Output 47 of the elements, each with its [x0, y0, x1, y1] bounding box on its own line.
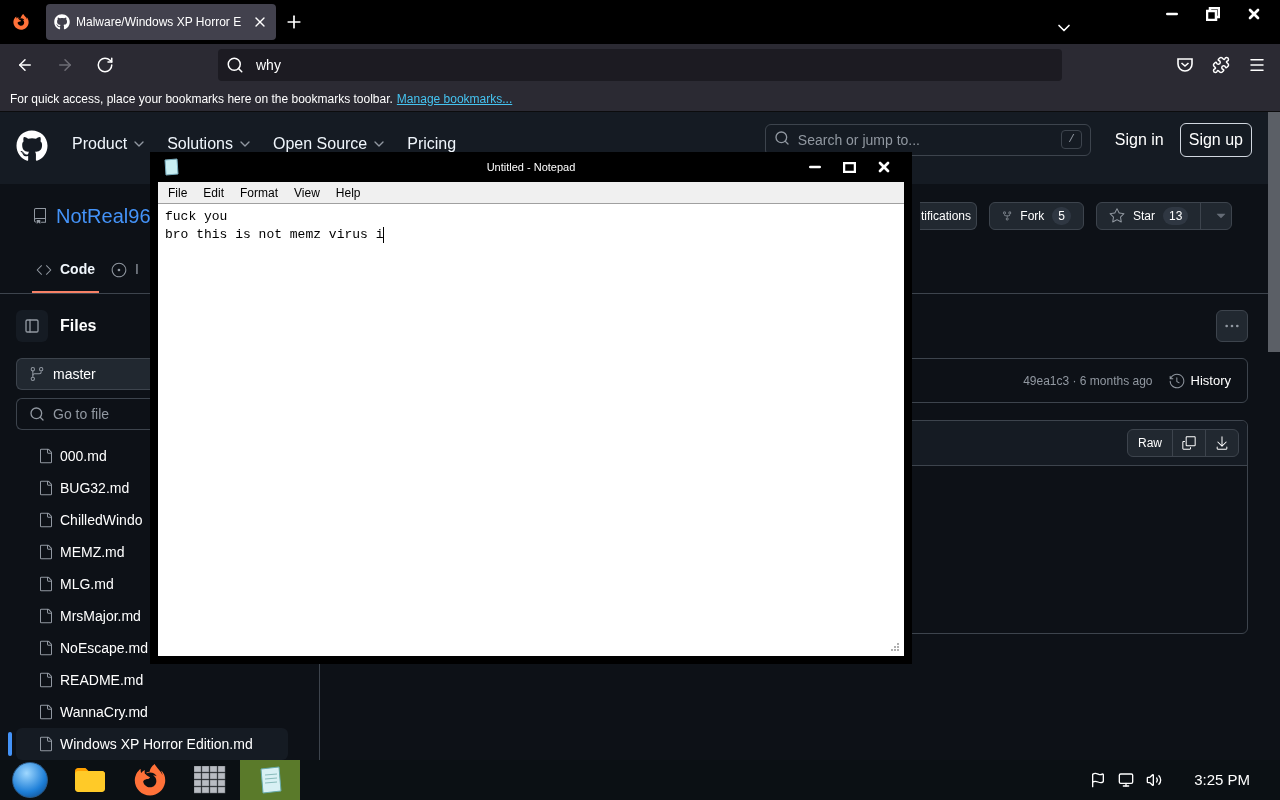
tree-item[interactable]: README.md — [16, 664, 144, 696]
files-title: Files — [60, 316, 97, 336]
tab-title: Malware/Windows XP Horror E — [76, 14, 242, 31]
shortcut-key: / — [1061, 130, 1082, 149]
fork-count: 5 — [1052, 207, 1071, 225]
menu-item[interactable]: File — [162, 183, 194, 202]
bookmarks-message: For quick access, place your bookmarks here on the bookmarks toolbar. — [10, 90, 393, 108]
tree-item[interactable]: NoEscape.md — [16, 632, 148, 664]
search-placeholder: Search or jump to... — [797, 131, 920, 150]
browser-tab[interactable]: Malware/Windows XP Horror E — [46, 4, 276, 40]
star-button-group[interactable]: Star 13 — [1096, 202, 1232, 230]
notifications-button[interactable]: tifications — [919, 202, 977, 230]
history-link[interactable]: History — [1168, 370, 1231, 391]
sign-up-button[interactable]: Sign up — [1179, 123, 1252, 157]
text-line: bro this is not memz virus i — [165, 226, 384, 244]
tree-item[interactable]: 000.md — [16, 440, 107, 472]
tree-item[interactable]: WannaCry.md — [16, 696, 148, 728]
go-to-file-placeholder: Go to file — [53, 404, 110, 424]
menu-item[interactable]: Format — [234, 183, 285, 202]
tree-item[interactable]: ChilledWindo — [16, 504, 143, 536]
window-title: Untitled - Notepad — [486, 159, 576, 175]
branch-button[interactable]: master — [16, 358, 150, 390]
clock[interactable]: 3:25 PM — [1194, 768, 1250, 792]
star-button[interactable]: Star 13 — [1097, 203, 1201, 229]
tree-item[interactable]: MLG.md — [16, 568, 114, 600]
text-area[interactable]: fuck you bro this is not memz virus i — [158, 204, 904, 656]
nav-menu-item[interactable]: Pricing — [407, 132, 457, 156]
address-field[interactable]: why — [218, 49, 1062, 81]
repo-owner-link[interactable]: NotReal96 — [56, 201, 151, 231]
menu-item[interactable]: View — [288, 183, 326, 202]
commit-info: 49ea1c3 · 6 months ago — [1023, 372, 1153, 390]
fork-button[interactable]: Fork 5 — [989, 202, 1084, 230]
repo-tab[interactable]: I — [107, 248, 143, 293]
tree-item[interactable]: MrsMajor.md — [16, 600, 141, 632]
tree-item[interactable]: Windows XP Horror Edition.md — [16, 728, 288, 760]
menu-item[interactable]: Help — [329, 183, 367, 202]
repo-tab[interactable]: Code — [32, 248, 99, 293]
sign-in-link[interactable]: Sign in — [1114, 128, 1164, 152]
manage-bookmarks-link[interactable]: Manage bookmarks... — [396, 89, 513, 108]
nav-menu-item[interactable]: Product — [72, 132, 148, 156]
text-line: fuck you — [165, 208, 228, 226]
go-to-file-field[interactable]: Go to file — [16, 398, 150, 430]
star-count: 13 — [1163, 207, 1189, 225]
address-text: why — [256, 55, 281, 75]
menu-item[interactable]: Edit — [197, 183, 231, 202]
tree-item[interactable]: MEMZ.md — [16, 536, 125, 568]
tree-item[interactable]: BUG32.md — [16, 472, 130, 504]
